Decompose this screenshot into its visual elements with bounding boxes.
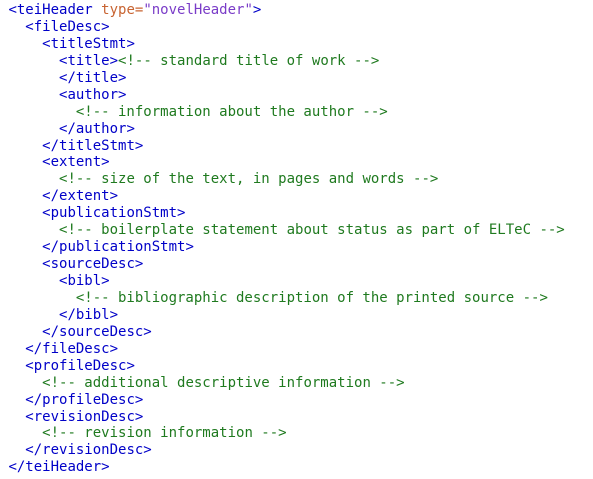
code-line: <!-- information about the author -->: [0, 104, 593, 121]
xml-tag: <fileDesc>: [25, 18, 110, 35]
code-line: </revisionDesc>: [0, 442, 593, 459]
xml-comment: <!-- revision information -->: [42, 425, 287, 442]
xml-comment: <!-- additional descriptive information …: [42, 374, 405, 391]
xml-tag: </fileDesc>: [25, 340, 119, 357]
xml-tag: <profileDesc>: [25, 357, 135, 374]
xml-tag: </teiHeader>: [8, 459, 110, 476]
code-line: <profileDesc>: [0, 358, 593, 375]
code-line: </extent>: [0, 188, 593, 205]
code-line: </sourceDesc>: [0, 324, 593, 341]
code-line: </titleStmt>: [0, 138, 593, 155]
xml-tag: <titleStmt>: [42, 35, 135, 52]
code-line: <!-- additional descriptive information …: [0, 375, 593, 392]
xml-comment: <!-- size of the text, in pages and word…: [59, 171, 439, 188]
xml-attribute-value: "novelHeader": [143, 2, 253, 18]
code-line: </publicationStmt>: [0, 239, 593, 256]
xml-tag: </sourceDesc>: [42, 323, 152, 340]
xml-attribute-name: type=: [101, 2, 144, 18]
code-line: <!-- size of the text, in pages and word…: [0, 171, 593, 188]
xml-tag: </titleStmt>: [42, 137, 144, 154]
xml-tag: </revisionDesc>: [25, 442, 152, 459]
code-line: </profileDesc>: [0, 392, 593, 409]
xml-tag: <publicationStmt>: [42, 205, 186, 222]
xml-tag: </title>: [59, 69, 127, 86]
code-line: <!-- boilerplate statement about status …: [0, 222, 593, 239]
code-line: </title>: [0, 70, 593, 87]
xml-comment: <!-- information about the author -->: [75, 103, 388, 120]
xml-tag: <extent>: [42, 154, 110, 171]
code-line: <publicationStmt>: [0, 205, 593, 222]
xml-tag: <sourceDesc>: [42, 256, 144, 273]
xml-tag: <author>: [59, 86, 127, 103]
code-line: </teiHeader>: [0, 459, 593, 476]
xml-tag: <revisionDesc>: [25, 408, 144, 425]
code-line: <bibl>: [0, 273, 593, 290]
xml-tag: </author>: [59, 120, 135, 137]
xml-tag: </extent>: [42, 188, 119, 205]
code-line: <revisionDesc>: [0, 409, 593, 426]
xml-tag: <teiHeader: [8, 2, 102, 18]
xml-tag: </bibl>: [59, 306, 119, 323]
xml-tag: </publicationStmt>: [42, 239, 194, 256]
code-line: <!-- bibliographic description of the pr…: [0, 290, 593, 307]
code-line: </bibl>: [0, 307, 593, 324]
xml-comment: <!-- boilerplate statement about status …: [59, 222, 565, 239]
code-line: </fileDesc>: [0, 341, 593, 358]
code-line: <title><!-- standard title of work -->: [0, 53, 593, 70]
xml-code-listing: <teiHeader type="novelHeader"> <fileDesc…: [0, 0, 593, 476]
code-line: <fileDesc>: [0, 19, 593, 36]
code-line: <extent>: [0, 154, 593, 171]
code-line: <titleStmt>: [0, 36, 593, 53]
xml-comment: <!-- standard title of work -->: [118, 52, 380, 69]
xml-comment: <!-- bibliographic description of the pr…: [75, 289, 548, 306]
xml-tag: </profileDesc>: [25, 391, 144, 408]
code-line: </author>: [0, 121, 593, 138]
code-line: <sourceDesc>: [0, 256, 593, 273]
xml-tag: <title>: [59, 52, 119, 69]
code-line: <teiHeader type="novelHeader">: [0, 2, 593, 19]
xml-tag: <bibl>: [59, 273, 110, 289]
code-line: <!-- revision information -->: [0, 425, 593, 442]
code-line: <author>: [0, 87, 593, 104]
xml-tag: >: [252, 2, 262, 18]
